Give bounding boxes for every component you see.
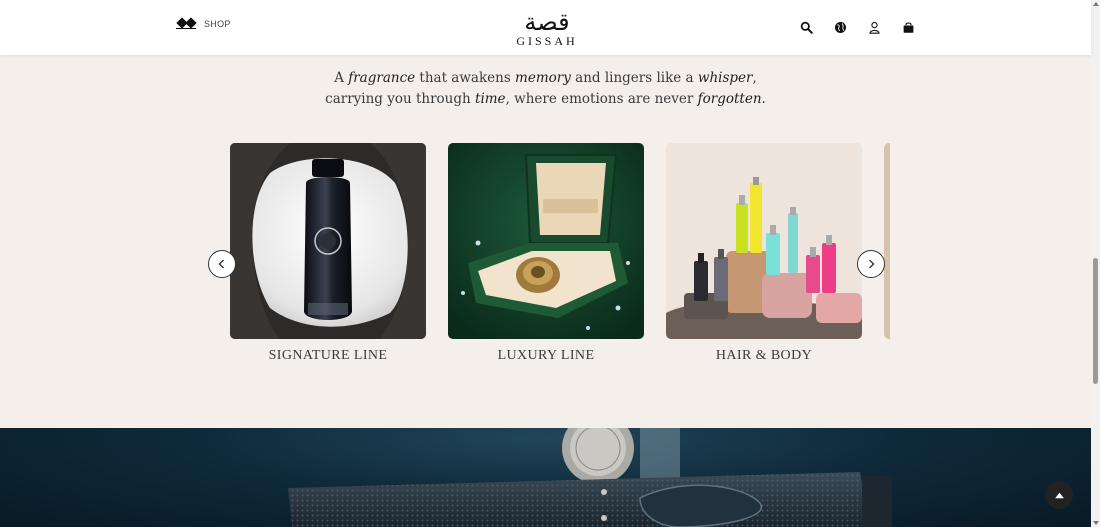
back-to-top-button[interactable] xyxy=(1045,481,1073,509)
tagline-emphasis: time xyxy=(475,91,506,107)
shop-label: SHOP xyxy=(204,19,231,29)
luxury-line-image xyxy=(448,143,644,339)
carousel-prev-button[interactable] xyxy=(208,250,236,278)
carousel-card-hair-body[interactable]: HAIR & BODY xyxy=(666,143,862,364)
carousel-next-button[interactable] xyxy=(857,250,885,278)
card-label: LUXURY LINE xyxy=(497,348,595,363)
carousel-card-peek[interactable] xyxy=(884,143,890,339)
carousel-peek-image xyxy=(884,143,890,339)
tagline-emphasis: memory xyxy=(515,70,571,86)
globe-icon[interactable] xyxy=(833,20,847,34)
signature-line-image xyxy=(230,143,426,339)
scroll-down-arrow[interactable] xyxy=(1093,521,1099,525)
brand-tagline: A fragrance that awakens memory and ling… xyxy=(0,68,1091,110)
page-scrollbar[interactable] xyxy=(1091,0,1100,527)
tagline-text: A xyxy=(334,70,349,86)
tagline-line-1: A fragrance that awakens memory and ling… xyxy=(0,68,1091,89)
tagline-emphasis: fragrance xyxy=(348,70,416,86)
tagline-text: and lingers like a xyxy=(570,70,698,86)
gissah-logo[interactable]: قصة GISSAH xyxy=(510,10,584,52)
menu-diamonds-icon xyxy=(175,17,197,29)
carousel-card-luxury[interactable]: LUXURY LINE xyxy=(448,143,644,364)
search-icon[interactable] xyxy=(799,20,813,34)
tagline-emphasis: forgotten xyxy=(697,91,762,107)
chevron-up-icon xyxy=(1054,492,1064,498)
scrollbar-thumb[interactable] xyxy=(1093,258,1098,384)
tagline-text: , where emotions are never xyxy=(505,91,698,107)
tagline-line-2: carrying you through time, where emotion… xyxy=(0,89,1091,110)
card-label: HAIR & BODY xyxy=(715,348,813,363)
site-header: SHOP قصة GISSAH xyxy=(0,0,1091,55)
card-label: SIGNATURE LINE xyxy=(268,348,388,363)
chevron-left-icon xyxy=(218,259,224,269)
hero-banner xyxy=(0,428,1091,527)
carousel-card-signature[interactable]: SIGNATURE LINE xyxy=(230,143,426,364)
bag-icon[interactable] xyxy=(901,20,915,34)
logo-arabic: قصة xyxy=(524,8,570,36)
shop-menu-button[interactable]: SHOP xyxy=(175,17,231,29)
chevron-right-icon xyxy=(869,259,875,269)
tagline-text: that awakens xyxy=(415,70,516,86)
tagline-text: , xyxy=(752,70,757,86)
user-icon[interactable] xyxy=(867,20,881,34)
hair-body-image xyxy=(666,143,862,339)
hero-product-image xyxy=(288,428,892,527)
scroll-up-arrow[interactable] xyxy=(1093,2,1099,6)
header-icons xyxy=(799,20,915,34)
logo-latin: GISSAH xyxy=(516,34,578,48)
tagline-text: . xyxy=(761,91,766,107)
tagline-text: carrying you through xyxy=(325,91,476,107)
tagline-emphasis: whisper xyxy=(697,70,753,86)
